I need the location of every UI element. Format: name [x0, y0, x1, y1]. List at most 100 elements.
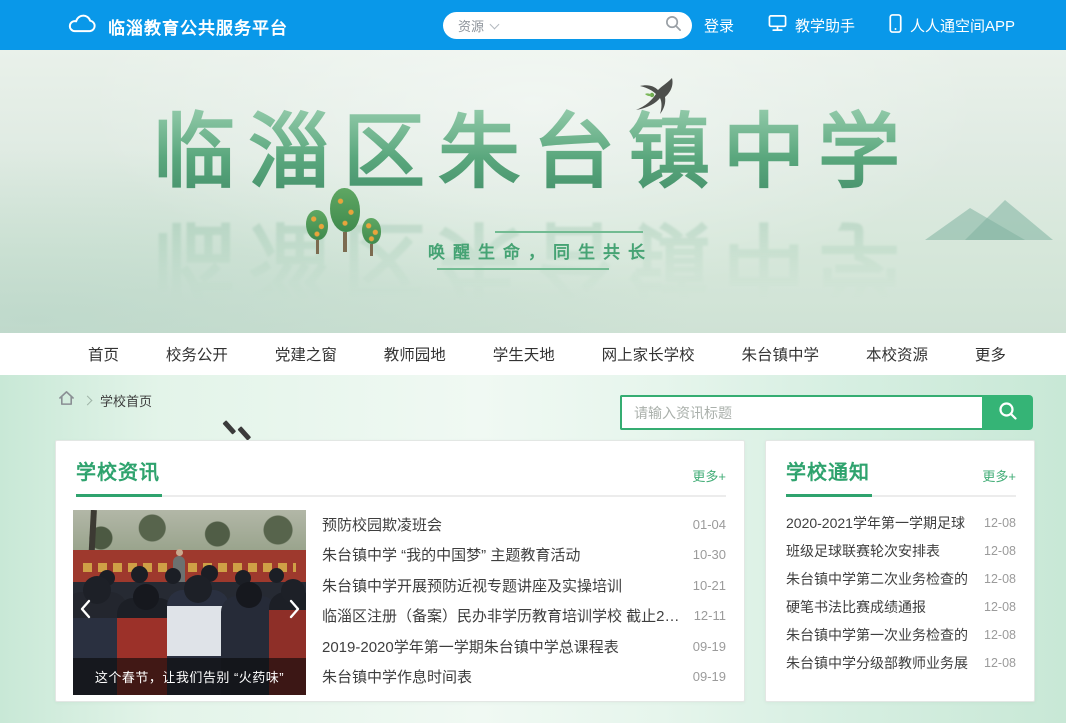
news-item-title[interactable]: 2019-2020学年第一学期朱台镇中学总课程表	[322, 636, 619, 657]
tree-decoration	[306, 210, 328, 254]
list-item[interactable]: 2020-2021学年第一学期足球 12-08	[786, 513, 1016, 533]
smartphone-icon	[889, 14, 902, 37]
login-label: 登录	[704, 15, 734, 36]
list-item[interactable]: 朱台镇中学第二次业务检查的 12-08	[786, 569, 1016, 589]
teaching-assistant-link[interactable]: 教学助手	[768, 14, 855, 36]
top-links: 登录 教学助手 人人通	[704, 0, 1015, 50]
nav-item[interactable]: 党建之窗	[275, 343, 337, 365]
notice-panel-title: 学校通知	[786, 456, 870, 485]
renrentong-app-label: 人人通空间APP	[910, 15, 1015, 36]
news-search-input[interactable]	[620, 395, 982, 430]
news-search	[620, 395, 1033, 430]
notice-item-title[interactable]: 朱台镇中学第二次业务检查的	[786, 569, 968, 589]
news-item-date: 10-21	[693, 578, 726, 593]
school-notice-panel: 学校通知 更多+ 2020-2021学年第一学期足球 12-08 班级足球联赛轮…	[765, 440, 1035, 702]
breadcrumb-current[interactable]: 学校首页	[100, 391, 152, 410]
monitor-icon	[768, 14, 787, 36]
renrentong-app-link[interactable]: 人人通空间APP	[889, 14, 1015, 37]
login-link[interactable]: 登录	[704, 15, 734, 36]
school-news-panel: 学校资讯 更多+	[55, 440, 745, 702]
school-title: 临淄区朱台镇中学	[0, 106, 1066, 200]
news-item-date: 09-19	[693, 669, 726, 684]
nav-item[interactable]: 教师园地	[384, 343, 446, 365]
tree-decoration	[330, 188, 360, 252]
news-item-date: 12-11	[694, 608, 726, 623]
list-item[interactable]: 朱台镇中学分级部教师业务展 12-08	[786, 653, 1016, 673]
news-carousel[interactable]: 这个春节，让我们告别 “火药味”	[73, 510, 306, 695]
slogan-rule-bottom	[437, 268, 609, 270]
list-item[interactable]: 预防校园欺凌班会 01-04	[322, 514, 726, 535]
news-item-date: 01-04	[693, 517, 726, 532]
notice-item-title[interactable]: 硬笔书法比赛成绩通报	[786, 597, 926, 617]
home-icon[interactable]	[58, 390, 75, 411]
notice-item-title[interactable]: 班级足球联赛轮次安排表	[786, 541, 940, 561]
news-item-title[interactable]: 预防校园欺凌班会	[322, 514, 442, 535]
carousel-caption: 这个春节，让我们告别 “火药味”	[73, 658, 306, 695]
search-category[interactable]: 资源	[458, 16, 484, 35]
nav-item[interactable]: 首页	[88, 343, 119, 365]
news-item-date: 09-19	[693, 639, 726, 654]
school-title-reflection: 临淄区朱台镇中学	[0, 210, 1066, 330]
notice-item-title[interactable]: 朱台镇中学第一次业务检查的	[786, 625, 968, 645]
news-item-title[interactable]: 临淄区注册（备案）民办非学历教育培训学校 截止2019	[322, 605, 682, 626]
nav-item[interactable]: 本校资源	[866, 343, 928, 365]
notice-item-date: 12-08	[984, 628, 1016, 642]
news-list: 预防校园欺凌班会 01-04 朱台镇中学 “我的中国梦” 主题教育活动 10-3…	[322, 510, 726, 695]
notice-more-link[interactable]: 更多+	[982, 466, 1016, 485]
notice-item-date: 12-08	[984, 572, 1016, 586]
hero-banner: 临淄区朱台镇中学 临淄区朱台镇中学 唤醒生命，同生共长	[0, 50, 1066, 333]
swallow-bird-icon	[628, 76, 680, 123]
nav-item[interactable]: 学生天地	[493, 343, 555, 365]
news-item-title[interactable]: 朱台镇中学开展预防近视专题讲座及实操培训	[322, 575, 622, 596]
notice-item-date: 12-08	[984, 600, 1016, 614]
notice-item-date: 12-08	[984, 656, 1016, 670]
brush-stroke-decoration	[238, 426, 251, 440]
chevron-down-icon[interactable]	[490, 19, 500, 29]
brand-title: 临淄教育公共服务平台	[108, 14, 288, 39]
list-item[interactable]: 朱台镇中学作息时间表 09-19	[322, 666, 726, 687]
breadcrumb: 学校首页	[58, 390, 152, 411]
carousel-next-button[interactable]	[286, 596, 302, 622]
news-item-date: 10-30	[693, 547, 726, 562]
news-item-title[interactable]: 朱台镇中学 “我的中国梦” 主题教育活动	[322, 544, 580, 565]
teaching-assistant-label: 教学助手	[795, 15, 855, 36]
top-search-box[interactable]: 资源	[443, 12, 692, 39]
tree-decoration	[362, 218, 381, 256]
content-section: 学校首页 学校资讯 更多+	[0, 375, 1066, 723]
notice-item-date: 12-08	[984, 544, 1016, 558]
notice-item-title[interactable]: 朱台镇中学分级部教师业务展	[786, 653, 968, 673]
list-item[interactable]: 朱台镇中学第一次业务检查的 12-08	[786, 625, 1016, 645]
nav-item[interactable]: 朱台镇中学	[742, 343, 820, 365]
list-item[interactable]: 2019-2020学年第一学期朱台镇中学总课程表 09-19	[322, 636, 726, 657]
news-item-title[interactable]: 朱台镇中学作息时间表	[322, 666, 472, 687]
school-slogan: 唤醒生命，同生共长	[428, 238, 653, 263]
cloud-icon	[66, 13, 98, 40]
notice-item-date: 12-08	[984, 516, 1016, 530]
nav-item[interactable]: 更多	[975, 343, 1006, 365]
nav-item[interactable]: 校务公开	[166, 343, 228, 365]
notice-item-title[interactable]: 2020-2021学年第一学期足球	[786, 513, 965, 533]
panel-divider	[786, 494, 1016, 497]
carousel-prev-button[interactable]	[77, 596, 93, 622]
panel-divider	[76, 494, 726, 497]
search-icon	[998, 401, 1018, 424]
top-bar: 临淄教育公共服务平台 资源 登录	[0, 0, 1066, 50]
mountain-decoration	[965, 200, 1053, 240]
main-nav: 首页 校务公开 党建之窗 教师园地 学生天地 网上家长学校 朱台镇中学 本校资源…	[0, 333, 1066, 375]
list-item[interactable]: 朱台镇中学开展预防近视专题讲座及实操培训 10-21	[322, 575, 726, 596]
brand-link[interactable]: 临淄教育公共服务平台	[66, 13, 288, 40]
chevron-right-icon	[83, 396, 93, 406]
page: 临淄教育公共服务平台 资源 登录	[0, 0, 1066, 723]
news-more-link[interactable]: 更多+	[692, 466, 726, 485]
list-item[interactable]: 硬笔书法比赛成绩通报 12-08	[786, 597, 1016, 617]
notice-list: 2020-2021学年第一学期足球 12-08 班级足球联赛轮次安排表 12-0…	[766, 497, 1034, 683]
news-panel-title: 学校资讯	[76, 456, 160, 485]
list-item[interactable]: 班级足球联赛轮次安排表 12-08	[786, 541, 1016, 561]
slogan-rule-top	[495, 231, 643, 233]
list-item[interactable]: 临淄区注册（备案）民办非学历教育培训学校 截止2019 12-11	[322, 605, 726, 626]
brush-stroke-decoration	[223, 420, 236, 434]
list-item[interactable]: 朱台镇中学 “我的中国梦” 主题教育活动 10-30	[322, 544, 726, 565]
news-search-button[interactable]	[982, 395, 1033, 430]
nav-item[interactable]: 网上家长学校	[602, 343, 695, 365]
search-icon[interactable]	[665, 15, 682, 37]
